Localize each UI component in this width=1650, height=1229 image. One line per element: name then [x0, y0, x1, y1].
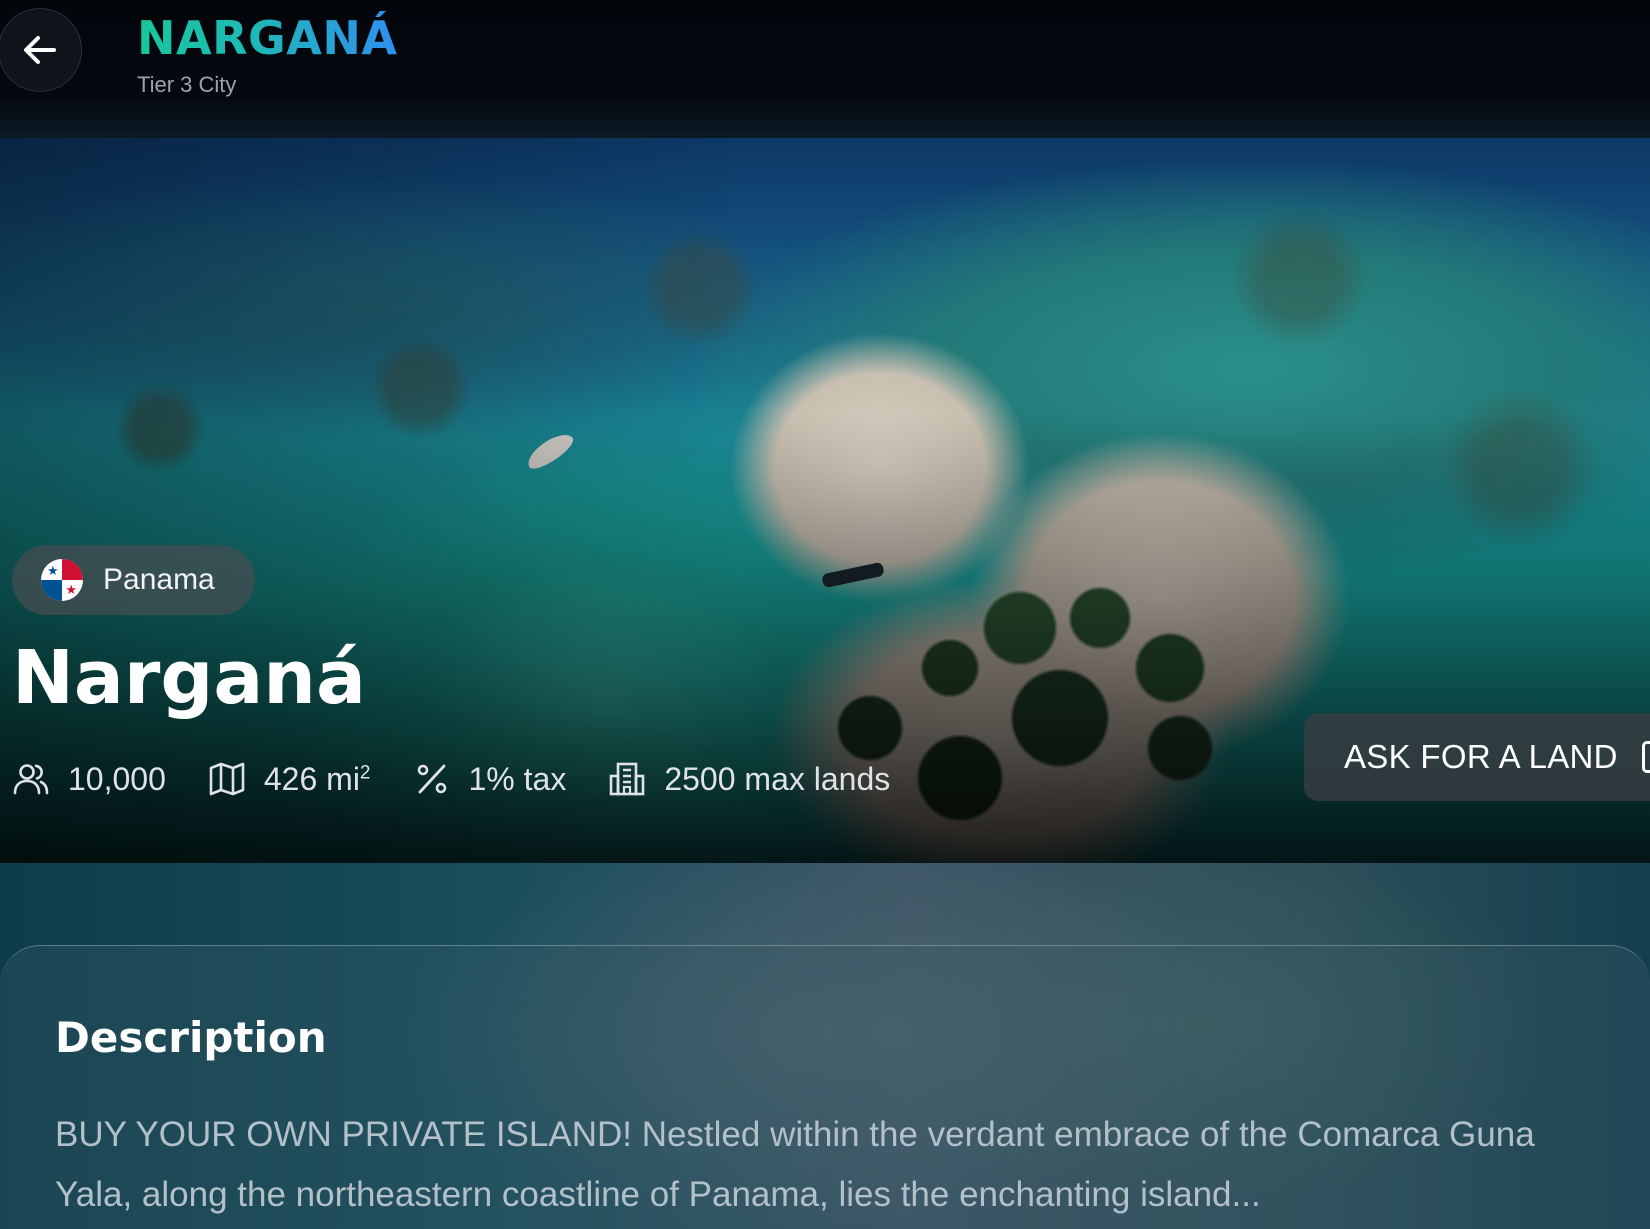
top-bar: NARGANÁ Tier 3 City — [0, 0, 1650, 138]
city-stats: 10,000 426 mi2 1% tax 2500 max lands — [12, 756, 932, 802]
city-detail-page: NARGANÁ Tier 3 City ★ ★ Panama Narganá 1… — [0, 0, 1650, 1229]
map-icon — [209, 762, 245, 796]
population-value: 10,000 — [68, 760, 166, 797]
city-tier-label: Tier 3 City — [137, 72, 237, 97]
stat-area: 426 mi2 — [208, 760, 371, 798]
stat-tax: 1% tax — [413, 760, 567, 798]
percent-icon — [417, 764, 446, 794]
stat-max-lands: 2500 max lands — [608, 760, 890, 798]
area-number: 426 mi — [263, 760, 360, 797]
country-name: Panama — [103, 563, 215, 596]
area-exponent: 2 — [359, 761, 371, 783]
ask-for-land-label: ASK FOR A LAND — [1344, 738, 1618, 775]
phone-icon — [1641, 741, 1650, 773]
country-badge[interactable]: ★ ★ Panama — [12, 545, 255, 615]
title-block: NARGANÁ Tier 3 City — [137, 10, 397, 98]
building-icon — [610, 762, 645, 796]
panama-flag-icon: ★ ★ — [41, 559, 83, 601]
city-name-heading: Narganá — [12, 635, 366, 721]
page-title: NARGANÁ — [137, 11, 398, 65]
users-icon — [13, 764, 49, 795]
description-text: BUY YOUR OWN PRIVATE ISLAND! Nestled wit… — [55, 1115, 1535, 1214]
stat-population: 10,000 — [12, 760, 166, 798]
area-value: 426 mi2 — [264, 761, 371, 798]
arrow-left-icon — [24, 36, 56, 64]
tax-value: 1% tax — [468, 760, 567, 797]
ask-for-land-button[interactable]: ASK FOR A LAND — [1304, 713, 1650, 801]
hero-image: ★ ★ Panama Narganá 10,000 426 mi2 1% tax… — [0, 138, 1650, 863]
max-lands-value: 2500 max lands — [664, 760, 891, 797]
description-heading: Description — [55, 1013, 327, 1062]
back-button[interactable] — [0, 8, 82, 92]
